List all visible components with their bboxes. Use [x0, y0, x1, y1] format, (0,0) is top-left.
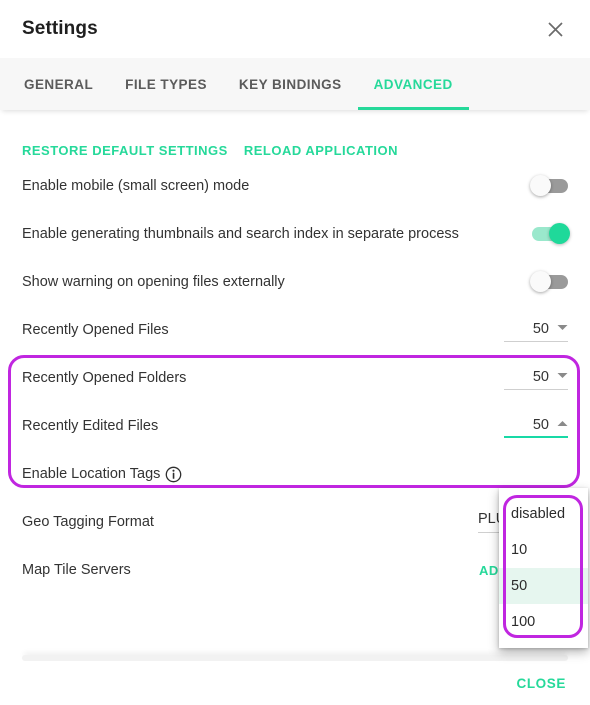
- select-recently-opened-files[interactable]: 50: [504, 318, 568, 342]
- setting-label: Recently Opened Folders: [22, 370, 187, 386]
- setting-label: Enable mobile (small screen) mode: [22, 178, 250, 194]
- setting-row-separate-process: Enable generating thumbnails and search …: [22, 210, 570, 258]
- dialog-header: Settings: [0, 0, 590, 58]
- reload-application-button[interactable]: RELOAD APPLICATION: [244, 143, 398, 158]
- dropdown-option-10[interactable]: 10: [499, 532, 588, 568]
- setting-row-recently-edited-files: Recently Edited Files 50: [22, 402, 568, 450]
- select-value: 50: [532, 368, 549, 385]
- restore-default-settings-button[interactable]: RESTORE DEFAULT SETTINGS: [22, 143, 228, 158]
- select-recently-edited-files[interactable]: 50: [504, 414, 568, 438]
- close-icon: [546, 20, 565, 39]
- toggle-mobile-mode[interactable]: [530, 175, 568, 196]
- setting-row-warning-external: Show warning on opening files externally: [22, 258, 568, 306]
- toggle-knob: [530, 175, 551, 196]
- setting-row-mobile-mode: Enable mobile (small screen) mode: [22, 162, 568, 210]
- dropdown-recently-edited-files-options: disabled 10 50 100: [499, 488, 588, 648]
- chevron-down-icon: [557, 366, 568, 384]
- toggle-warning-external[interactable]: [530, 271, 568, 292]
- tab-advanced[interactable]: ADVANCED: [357, 58, 469, 110]
- chevron-down-icon: [557, 318, 568, 336]
- page-title: Settings: [22, 18, 98, 39]
- setting-row-map-tile-servers: Map Tile Servers ADD MAP TIL: [22, 546, 568, 594]
- close-dialog-button[interactable]: CLOSE: [516, 676, 566, 691]
- setting-label: Recently Opened Files: [22, 322, 169, 338]
- select-recently-opened-folders[interactable]: 50: [504, 366, 568, 390]
- setting-label: Map Tile Servers: [22, 562, 131, 578]
- chevron-up-icon: [557, 414, 568, 432]
- setting-label: Enable generating thumbnails and search …: [22, 226, 459, 242]
- dropdown-option-100[interactable]: 100: [499, 604, 588, 640]
- setting-label: Enable Location Tags: [22, 466, 182, 483]
- toggle-separate-process[interactable]: [532, 223, 570, 244]
- setting-label: Show warning on opening files externally: [22, 274, 285, 290]
- setting-label-text: Enable Location Tags: [22, 466, 161, 482]
- dialog-footer: CLOSE: [0, 661, 590, 705]
- settings-list: RESTORE DEFAULT SETTINGS RELOAD APPLICAT…: [22, 110, 570, 594]
- close-button[interactable]: [538, 12, 572, 46]
- dropdown-option-50[interactable]: 50: [499, 568, 588, 604]
- tab-file-types[interactable]: FILE TYPES: [109, 58, 223, 110]
- dropdown-option-disabled[interactable]: disabled: [499, 496, 588, 532]
- action-links-row: RESTORE DEFAULT SETTINGS RELOAD APPLICAT…: [22, 110, 568, 162]
- setting-label: Recently Edited Files: [22, 418, 159, 434]
- setting-label: Geo Tagging Format: [22, 514, 154, 530]
- setting-row-location-tags: Enable Location Tags: [22, 450, 568, 498]
- tab-general[interactable]: GENERAL: [8, 58, 109, 110]
- tab-bar: GENERAL FILE TYPES KEY BINDINGS ADVANCED: [0, 58, 590, 110]
- select-value: 50: [532, 416, 549, 433]
- setting-row-geo-tagging-format: Geo Tagging Format PLUSC: [22, 498, 568, 546]
- select-value: 50: [532, 320, 549, 337]
- toggle-knob: [549, 223, 570, 244]
- tab-key-bindings[interactable]: KEY BINDINGS: [223, 58, 358, 110]
- setting-row-recently-opened-files: Recently Opened Files 50: [22, 306, 568, 354]
- setting-row-recently-opened-folders: Recently Opened Folders 50: [22, 354, 568, 402]
- toggle-knob: [530, 271, 551, 292]
- info-icon[interactable]: [165, 466, 182, 483]
- settings-dialog: Settings GENERAL FILE TYPES KEY BINDINGS…: [0, 0, 590, 705]
